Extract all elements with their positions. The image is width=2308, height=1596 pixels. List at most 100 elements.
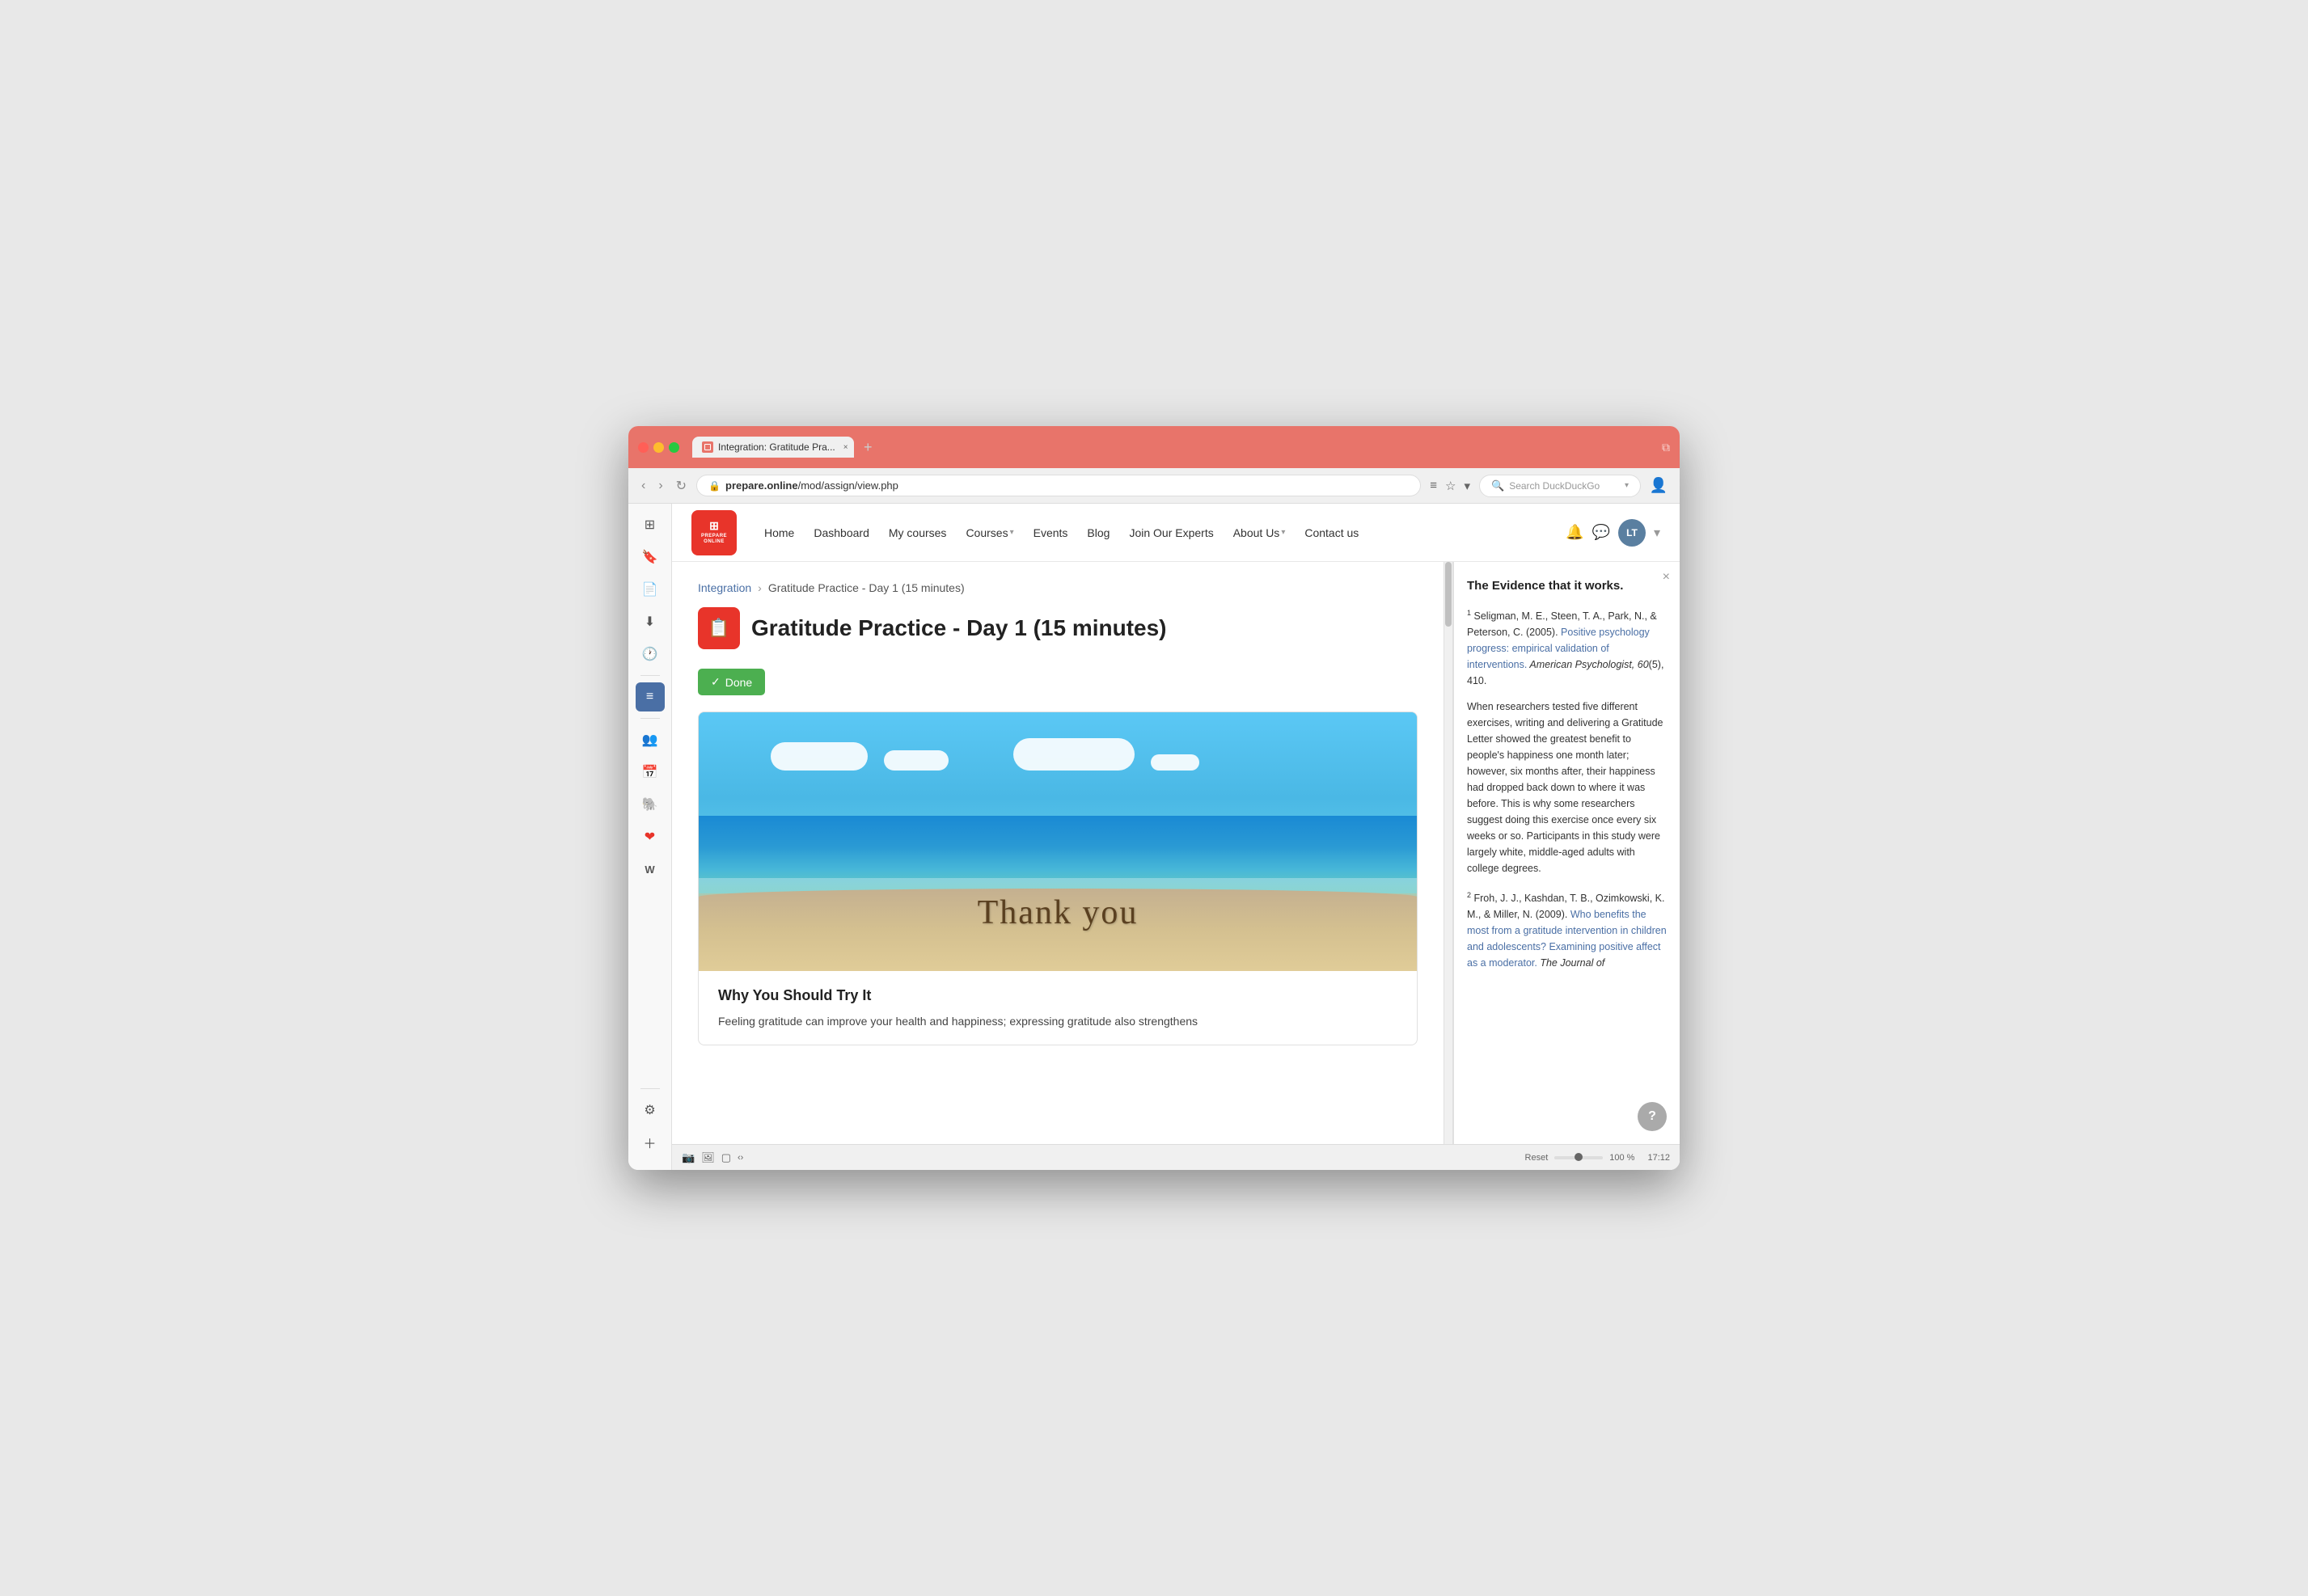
site-navigation: ⊞ PREPAREONLINE Home Dashboard My course… <box>672 504 1680 562</box>
logo-icon: ⊞ <box>709 519 719 533</box>
time-display: 17:12 <box>1647 1153 1670 1163</box>
reader-mode-icon[interactable]: ≡ <box>1427 476 1439 495</box>
check-icon: ✓ <box>711 675 721 689</box>
breadcrumb-current: Gratitude Practice - Day 1 (15 minutes) <box>768 581 965 594</box>
logo-text: PREPAREONLINE <box>701 534 727 545</box>
zoom-thumb[interactable] <box>1575 1153 1583 1161</box>
scroll-thumb[interactable] <box>1445 562 1452 627</box>
active-tab[interactable]: Integration: Gratitude Pra... × <box>692 437 854 458</box>
assignment-icon: 📋 <box>698 607 740 649</box>
image-icon[interactable]: 🖼 <box>701 1151 715 1164</box>
tab-bar: Integration: Gratitude Pra... × + <box>692 436 1655 459</box>
tab-favicon <box>702 441 713 453</box>
search-bar[interactable]: 🔍 Search DuckDuckGo ▾ <box>1479 475 1641 497</box>
nav-dashboard[interactable]: Dashboard <box>805 520 877 546</box>
bookmark-icon[interactable]: ☆ <box>1443 476 1458 496</box>
user-dropdown-icon[interactable]: ▾ <box>1654 525 1660 541</box>
new-tab-button[interactable]: + <box>857 436 879 459</box>
user-avatar-icon[interactable]: 👤 <box>1647 475 1670 497</box>
bookmark-dropdown-icon[interactable]: ▾ <box>1461 476 1473 496</box>
nav-contact-us[interactable]: Contact us <box>1296 520 1367 546</box>
status-bar: 📷 🖼 ▢ ‹› Reset 100 % 17:12 <box>672 1144 1680 1170</box>
chat-icon[interactable]: 💬 <box>1592 524 1610 541</box>
about-dropdown-icon: ▾ <box>1281 528 1285 537</box>
scrollbar[interactable] <box>1444 562 1453 1144</box>
sidebar-add-icon[interactable]: ＋ <box>636 1128 665 1157</box>
sidebar-settings-icon[interactable]: ⚙ <box>636 1096 665 1125</box>
done-label: Done <box>725 676 752 689</box>
sidebar-contacts-icon[interactable]: 👥 <box>636 725 665 754</box>
citation-1: 1 Seligman, M. E., Steen, T. A., Park, N… <box>1467 607 1667 689</box>
bookmark-icons: ≡ ☆ ▾ <box>1427 476 1473 496</box>
sidebar-divider2 <box>640 718 660 719</box>
reset-label[interactable]: Reset <box>1525 1153 1549 1163</box>
zoom-slider[interactable] <box>1554 1156 1603 1159</box>
sidebar-reader-icon[interactable]: 📄 <box>636 575 665 604</box>
assignment-icon-symbol: 📋 <box>708 618 729 639</box>
window-icon[interactable]: ▢ <box>721 1151 731 1164</box>
done-button[interactable]: ✓ Done <box>698 669 765 695</box>
sidebar-wikipedia-icon[interactable]: W <box>636 855 665 884</box>
panel-close-button[interactable]: × <box>1663 570 1670 585</box>
url-display: prepare.online/mod/assign/view.php <box>725 479 1409 492</box>
sidebar-vivaldi-icon[interactable]: ❤ <box>636 822 665 851</box>
sidebar-bookmarks-icon[interactable]: 🔖 <box>636 543 665 572</box>
status-icons: 📷 🖼 ▢ ‹› <box>682 1151 743 1164</box>
clouds-layer <box>771 738 1345 771</box>
right-panel: × The Evidence that it works. 1 Seligman… <box>1453 562 1680 1144</box>
section-text: Feeling gratitude can improve your healt… <box>718 1012 1397 1032</box>
beach-image: Thank you <box>699 712 1417 971</box>
content-scroll-area[interactable]: Integration › Gratitude Practice - Day 1… <box>672 562 1444 1144</box>
sidebar-history-icon[interactable]: 🕐 <box>636 640 665 669</box>
close-window-button[interactable] <box>638 442 649 453</box>
thank-you-text: Thank you <box>978 893 1139 932</box>
panel-body-text: When researchers tested five different e… <box>1467 699 1667 876</box>
status-right: Reset 100 % 17:12 <box>1525 1153 1670 1163</box>
citation-2-journal: The Journal of <box>1537 957 1604 969</box>
code-icon[interactable]: ‹› <box>738 1153 743 1163</box>
nav-right: 🔔 💬 LT ▾ <box>1566 519 1660 547</box>
sidebar-calendar-icon[interactable]: 📅 <box>636 758 665 787</box>
notification-bell-icon[interactable]: 🔔 <box>1566 524 1583 541</box>
nav-blog[interactable]: Blog <box>1079 520 1118 546</box>
minimize-window-button[interactable] <box>653 442 664 453</box>
sidebar-bottom-divider <box>640 1088 660 1089</box>
sidebar-panels-icon[interactable]: ⊞ <box>636 510 665 539</box>
window-controls <box>638 442 679 453</box>
nav-my-courses[interactable]: My courses <box>881 520 955 546</box>
nav-events[interactable]: Events <box>1025 520 1076 546</box>
breadcrumb-link[interactable]: Integration <box>698 581 751 594</box>
camera-icon[interactable]: 📷 <box>682 1151 695 1164</box>
cloud-4 <box>1151 754 1199 771</box>
citation-1-journal: American Psychologist, 60 <box>1527 659 1648 670</box>
tab-close-button[interactable]: × <box>843 441 848 453</box>
url-bar[interactable]: 🔒 prepare.online/mod/assign/view.php <box>696 475 1421 496</box>
panel-title: The Evidence that it works. <box>1467 578 1667 594</box>
back-button[interactable]: ‹ <box>638 475 649 496</box>
zoom-level: 100 % <box>1609 1153 1634 1163</box>
cloud-1 <box>771 742 868 771</box>
url-path: /mod/assign/view.php <box>798 479 898 492</box>
nav-home[interactable]: Home <box>756 520 802 546</box>
help-button[interactable]: ? <box>1638 1102 1667 1131</box>
sidebar-notes-icon[interactable]: ≡ <box>636 682 665 711</box>
forward-button[interactable]: › <box>655 475 666 496</box>
nav-join-experts[interactable]: Join Our Experts <box>1121 520 1221 546</box>
search-icon: 🔍 <box>1491 479 1504 492</box>
page-title: Gratitude Practice - Day 1 (15 minutes) <box>751 615 1167 641</box>
browser-sidebar: ⊞ 🔖 📄 ⬇ 🕐 ≡ 👥 📅 🐘 ❤ W ⚙ ＋ <box>628 504 672 1170</box>
user-avatar[interactable]: LT <box>1618 519 1646 547</box>
breadcrumb-separator: › <box>758 581 762 594</box>
refresh-button[interactable]: ↻ <box>673 475 690 497</box>
title-bar: Integration: Gratitude Pra... × + ⧉ <box>628 426 1680 468</box>
sidebar-bottom: ⚙ ＋ <box>636 1085 665 1163</box>
nav-about-us[interactable]: About Us ▾ <box>1225 520 1294 546</box>
sidebar-download-icon[interactable]: ⬇ <box>636 607 665 636</box>
nav-courses[interactable]: Courses ▾ <box>957 520 1021 546</box>
maximize-window-button[interactable] <box>669 442 679 453</box>
site-logo[interactable]: ⊞ PREPAREONLINE <box>691 510 737 555</box>
security-icon: 🔒 <box>708 480 721 492</box>
breadcrumb: Integration › Gratitude Practice - Day 1… <box>698 581 1418 594</box>
sidebar-mastodon-icon[interactable]: 🐘 <box>636 790 665 819</box>
page-area: ⊞ PREPAREONLINE Home Dashboard My course… <box>672 504 1680 1170</box>
